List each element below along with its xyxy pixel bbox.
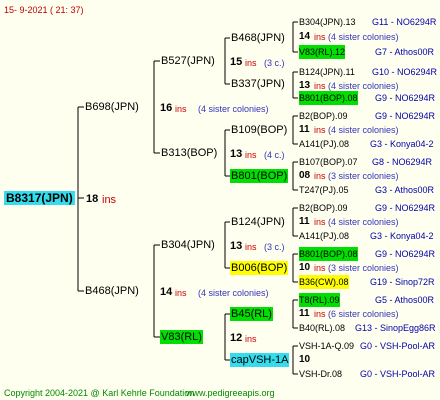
g4-code: G3 - Konya04-2 [370,139,434,149]
g2-note: (3 c.) [264,242,285,252]
g2-queen[interactable]: B304(JPN) [160,238,216,252]
g2-ins: ins [245,334,257,344]
g4-code: G3 - Athos00R [375,185,435,195]
g3-queen[interactable]: capVSH-1A [230,353,290,367]
g2-queen[interactable]: B527(JPN) [160,54,216,68]
g4-note: (6 sister colonies) [328,309,399,319]
g4-code: G10 - NO6294R [372,67,438,77]
g4-queen[interactable]: A141(PJ).08 [299,229,349,243]
g4-code: G19 - Sinop72R [370,277,435,287]
g4-queen[interactable]: B801(BOP).08 [299,91,358,105]
g4-queen[interactable]: B107(BOP).07 [299,155,358,169]
copyright-text: Copyright 2004-2021 @ Karl Kehrle Founda… [4,388,195,398]
g4-queen[interactable]: B36(CW).08 [299,275,349,289]
g1-note: (4 sister colonies) [198,288,269,298]
g4-note: (4 sister colonies) [328,217,399,227]
g2-queen[interactable]: B313(BOP) [160,146,218,160]
g3-queen[interactable]: B124(JPN) [230,215,286,229]
g2-count: 13 [230,240,243,252]
g4-queen[interactable]: B124(JPN).11 [299,65,355,79]
g2-ins: ins [245,58,257,68]
g2-note: (4 c.) [264,150,285,160]
g4-queen[interactable]: B304(JPN).13 [299,15,356,29]
g4-count: 10 [299,262,311,273]
g4-code: G0 - VSH-Pool-AR [360,369,436,379]
g4-ins: ins [314,263,326,273]
g4-count: 11 [299,308,310,319]
g1-queen-paternal[interactable]: B698(JPN) [84,100,140,114]
g3-queen[interactable]: B45(RL) [230,307,273,321]
g4-ins: ins [314,309,326,319]
g4-code: G7 - Athos00R [375,47,435,57]
g4-queen[interactable]: VSH-1A-Q.09 [299,339,354,353]
website-link[interactable]: www.pedigreeapis.org [186,386,275,400]
root-ins: ins [102,194,117,206]
g4-count: 14 [299,31,311,42]
report-date: 15- 9-2021 ( 21: 37) [4,5,84,15]
g4-queen[interactable]: B2(BOP).09 [299,201,348,215]
g2-count: 12 [230,332,243,344]
g4-code: G8 - NO6294R [372,157,433,167]
g4-code: G9 - NO6294R [375,249,436,259]
g4-queen[interactable]: A141(PJ).08 [299,137,349,151]
g3-queen[interactable]: B337(JPN) [230,77,286,91]
g4-queen[interactable]: B40(RL).08 [299,321,345,335]
g4-code: G0 - VSH-Pool-AR [360,341,436,351]
g4-count: 10 [299,354,311,365]
g4-ins: ins [314,125,326,135]
g4-note: (3 sister colonies) [328,171,399,181]
g1-count: 16 [160,102,173,114]
g3-queen[interactable]: B006(BOP) [230,261,289,275]
g4-queen[interactable]: B801(BOP).08 [299,247,358,261]
g4-ins: ins [314,217,326,227]
g2-queen[interactable]: V83(RL) [160,330,203,344]
g2-ins: ins [245,242,257,252]
g2-ins: ins [245,150,257,160]
g4-queen[interactable]: T8(RL).09 [299,293,340,307]
g4-count: 08 [299,170,311,181]
root-count: 18 [86,193,99,205]
g4-queen[interactable]: VSH-Dr.08 [299,367,342,381]
g1-ins: ins [175,104,187,114]
g4-ins: ins [314,32,326,42]
g3-queen[interactable]: B801(BOP) [230,169,289,183]
g2-count: 15 [230,56,243,68]
g3-queen[interactable]: B468(JPN) [230,31,286,45]
g4-queen[interactable]: V83(RL).12 [299,45,346,59]
g4-note: (3 sister colonies) [328,263,399,273]
g2-note: (3 c.) [264,58,285,68]
g4-code: G3 - Konya04-2 [370,231,434,241]
g4-count: 11 [299,216,310,227]
g3-queen[interactable]: B109(BOP) [230,123,288,137]
g4-queen[interactable]: B2(BOP).09 [299,109,348,123]
g1-ins: ins [175,288,187,298]
g4-code: G13 - SinopEgg86R [355,323,436,333]
g2-count: 13 [230,148,243,160]
g4-code: G5 - Athos00R [375,295,435,305]
g1-queen-maternal[interactable]: B468(JPN) [84,284,140,298]
g4-code: G9 - NO6294R [375,93,436,103]
g1-note: (4 sister colonies) [198,104,269,114]
g4-queen[interactable]: T247(PJ).05 [299,183,349,197]
g4-note: (4 sister colonies) [328,125,399,135]
root-queen[interactable]: B8317(JPN) [4,191,75,205]
g4-code: G11 - NO6294R [372,17,437,27]
g4-ins: ins [314,171,326,181]
g1-count: 14 [160,286,173,298]
g4-count: 11 [299,124,310,135]
g4-code: G9 - NO6294R [375,111,436,121]
g4-code: G9 - NO6294R [375,203,436,213]
g4-note: (4 sister colonies) [328,32,399,42]
